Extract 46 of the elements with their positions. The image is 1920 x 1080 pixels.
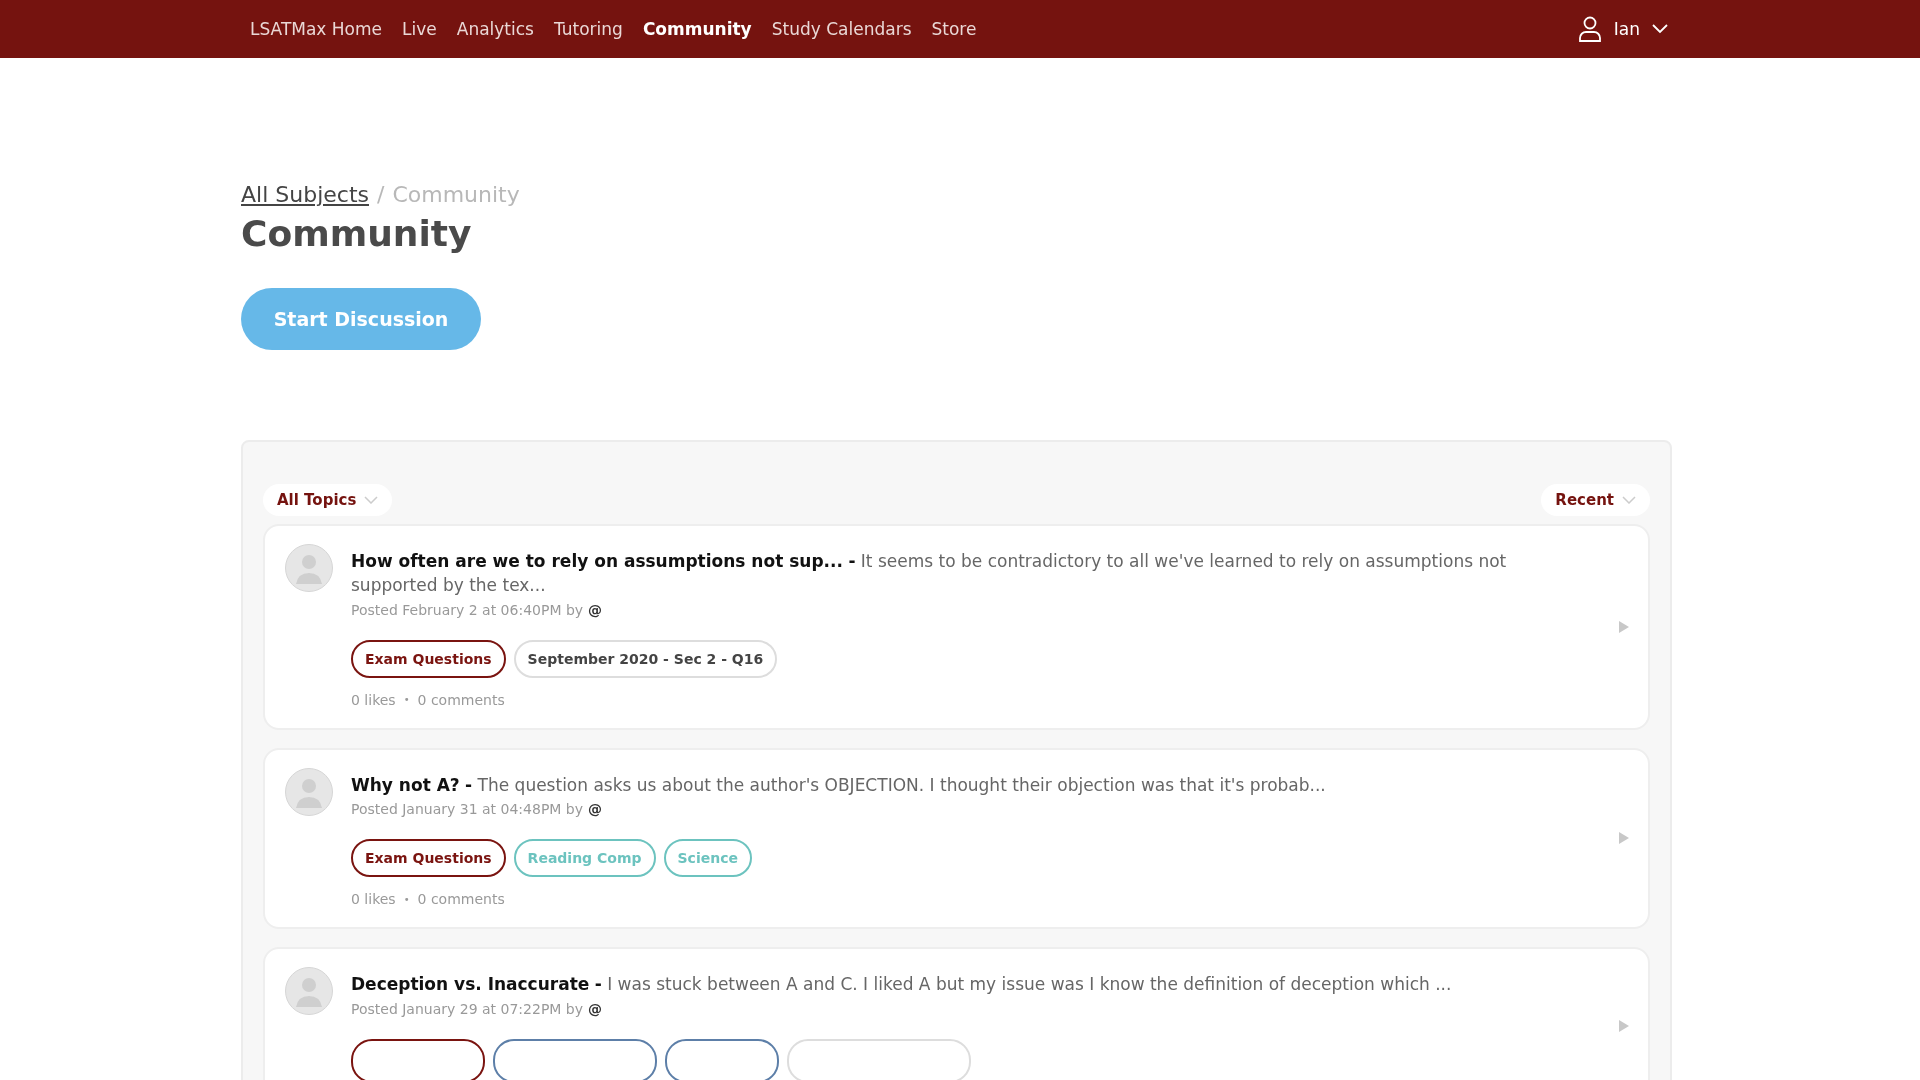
comments-count: 0 comments: [417, 691, 505, 708]
discussion-card[interactable]: Deception vs. Inaccurate - I was stuck between A and C. I liked A but my issue was I know the definition of deception which ... Posted January 29 at 07:22PM by @: [263, 947, 1650, 1080]
user-menu[interactable]: Ian: [1577, 16, 1668, 42]
post-date: Posted January 29 at 07:22PM by: [351, 1001, 584, 1018]
comments-count: 0 comments: [417, 891, 505, 908]
nav-link[interactable]: Store: [921, 19, 987, 39]
sort-dropdown[interactable]: Recent: [1541, 484, 1650, 516]
page-title: Community: [241, 213, 473, 254]
chevron-down-icon: [1652, 24, 1668, 34]
play-arrow-icon: [1618, 619, 1630, 634]
avatar-icon: [285, 767, 333, 816]
author-handle[interactable]: @: [588, 801, 603, 818]
author-handle[interactable]: @: [588, 601, 603, 618]
breadcrumb-link[interactable]: All Subjects: [241, 182, 369, 207]
avatar-icon: [285, 967, 333, 1016]
breadcrumb-separator: /: [377, 182, 385, 207]
nav-link[interactable]: Analytics: [446, 19, 544, 39]
post-date: Posted January 31 at 04:48PM by: [351, 801, 584, 818]
topic-tag[interactable]: Exam Questions: [351, 839, 506, 878]
topic-tag[interactable]: Exam Questions: [351, 639, 506, 678]
nav-link[interactable]: Live: [392, 19, 447, 39]
likes-count: 0 likes: [351, 891, 396, 908]
nav-link[interactable]: Study Calendars: [761, 19, 922, 39]
chevron-down-icon: [364, 496, 379, 504]
post-summary: How often are we to rely on assumptions not sup... - It seems to be contradictory to all we've learned to rely on assumptions not supported by the tex...: [351, 550, 1508, 597]
author-handle[interactable]: @: [588, 1001, 603, 1018]
post-summary: Why not A? - The question asks us about the author's OBJECTION. I thought their objection was that it's probab...: [351, 773, 1327, 797]
topic-tag[interactable]: [351, 1039, 485, 1080]
discussion-card[interactable]: [263, 524, 1650, 730]
play-arrow-icon: [1618, 831, 1630, 846]
topic-tag[interactable]: September 2020 - Sec 2 - Q16: [513, 639, 778, 678]
nav-link[interactable]: LSATMax Home: [240, 19, 393, 39]
avatar-icon: [285, 544, 333, 592]
likes-count: 0 likes: [351, 691, 396, 708]
discussion-card[interactable]: [263, 747, 1650, 930]
nav-link[interactable]: Tutoring: [543, 19, 633, 39]
post-date: Posted February 2 at 06:40PM by: [351, 601, 584, 618]
breadcrumb-current: Community: [392, 182, 520, 207]
chevron-down-icon: [1622, 496, 1636, 504]
user-icon: [1577, 16, 1602, 42]
nav-link[interactable]: Community: [632, 19, 762, 39]
separator-dot: •: [403, 893, 410, 905]
play-arrow-icon: [1618, 1019, 1630, 1034]
topic-filter-dropdown[interactable]: All Topics: [263, 484, 393, 516]
separator-dot: •: [403, 694, 410, 706]
post-summary: Deception vs. Inaccurate - I was stuck between A and C. I liked A but my issue was I know the definition of deception which ...: [351, 973, 1453, 997]
